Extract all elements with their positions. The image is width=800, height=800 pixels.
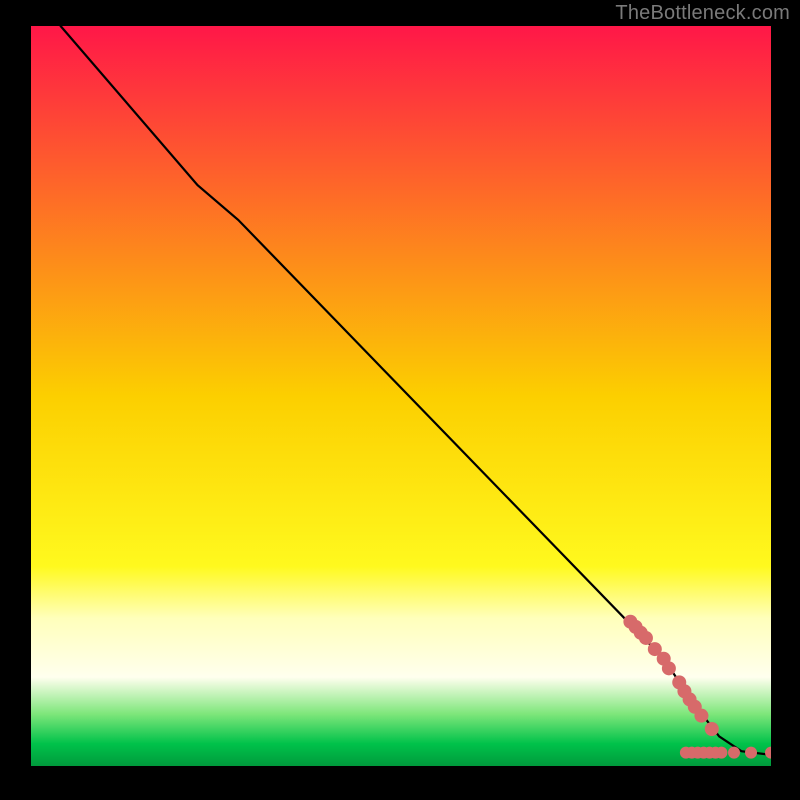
scatter-point [694, 709, 708, 723]
scatter-point [745, 747, 757, 759]
scatter-point [662, 661, 676, 675]
scatter-point [728, 747, 740, 759]
chart-stage: TheBottleneck.com [0, 0, 800, 800]
attribution-label: TheBottleneck.com [615, 2, 790, 25]
scatter-point [715, 747, 727, 759]
scatter-point [639, 631, 653, 645]
chart-plot-area [31, 26, 771, 766]
chart-svg [31, 26, 771, 766]
scatter-point [705, 722, 719, 736]
